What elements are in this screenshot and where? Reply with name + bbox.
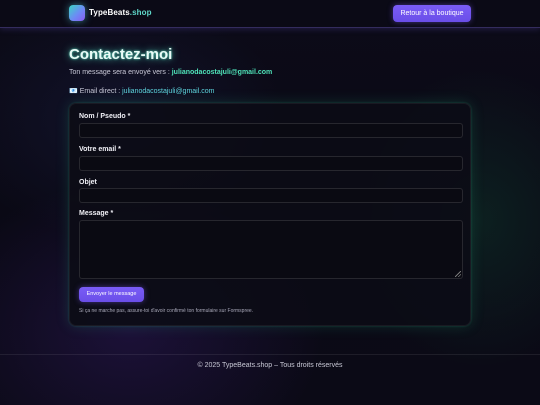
subject-input[interactable] [79, 188, 463, 203]
intro-email: julianodacostajuli@gmail.com [171, 69, 273, 76]
brand-domain: .shop [129, 8, 152, 17]
brand-name: TypeBeats [89, 8, 130, 17]
message-label: Message * [79, 210, 114, 217]
envelope-icon: 📧 [69, 88, 78, 95]
name-input[interactable] [79, 123, 463, 138]
email-input[interactable] [79, 156, 463, 171]
intro-text: Ton message sera envoyé vers : julianoda… [69, 69, 272, 76]
footer-divider [0, 354, 540, 355]
name-label: Nom / Pseudo * [79, 113, 131, 120]
logo-icon[interactable] [69, 5, 85, 21]
subject-label: Objet [79, 179, 97, 186]
formspree-note: Si ça ne marche pas, assure-toi d'avoir … [79, 308, 254, 314]
footer-copyright: © 2025 TypeBeats.shop – Tous droits rése… [197, 362, 343, 369]
email-label: Votre email * [79, 146, 121, 153]
send-message-button[interactable]: Envoyer le message [79, 287, 144, 302]
brand-logo-text[interactable]: TypeBeats.shop [89, 8, 152, 17]
direct-email-line: 📧 Email direct : julianodacostajuli@gmail… [69, 87, 214, 95]
direct-email-label: Email direct : [79, 88, 123, 95]
page-title: Contactez-moi [69, 46, 173, 63]
resize-handle-icon[interactable] [455, 271, 461, 277]
back-to-shop-button[interactable]: Retour à la boutique [393, 5, 471, 22]
message-textarea[interactable] [79, 220, 463, 279]
direct-email-link[interactable]: julianodacostajuli@gmail.com [122, 88, 214, 95]
contact-form-card: Nom / Pseudo * Votre email * Objet Messa… [69, 103, 471, 326]
top-header: TypeBeats.shop Retour à la boutique [0, 0, 540, 28]
intro-label: Ton message sera envoyé vers : [69, 69, 172, 76]
